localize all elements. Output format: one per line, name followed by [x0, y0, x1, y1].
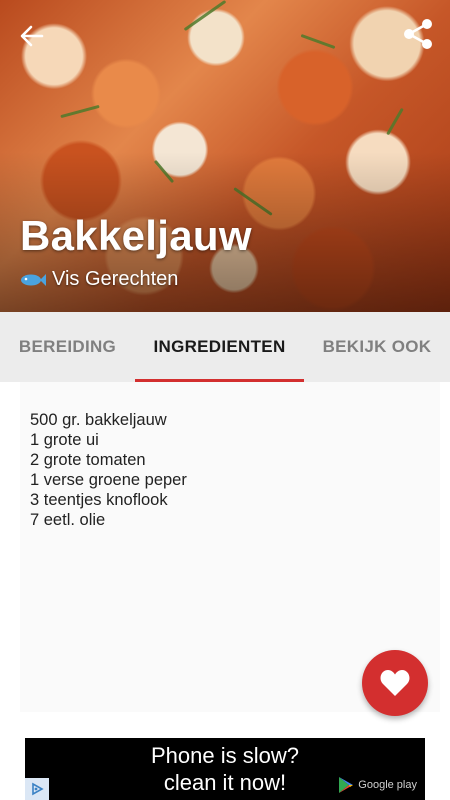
tab-ingredienten[interactable]: INGREDIENTEN — [135, 312, 304, 382]
fish-icon — [21, 273, 46, 286]
share-button[interactable] — [400, 16, 436, 52]
tab-bekijk-ook[interactable]: BEKIJK OOK — [304, 312, 450, 382]
back-button[interactable] — [16, 20, 48, 52]
ingredient-item: 1 verse groene peper — [30, 471, 187, 489]
ingredient-item: 3 teentjes knoflook — [30, 491, 168, 509]
share-icon — [404, 19, 432, 49]
ingredient-item: 500 gr. bakkeljauw — [30, 411, 167, 429]
tab-bereiding[interactable]: BEREIDING — [0, 312, 135, 382]
recipe-header-image — [0, 0, 450, 312]
ingredient-item: 7 eetl. olie — [30, 511, 106, 529]
category-label: Vis Gerechten — [52, 268, 179, 290]
ad-banner[interactable]: Phone is slow? clean it now! Google play — [25, 738, 425, 800]
ad-line-1: Phone is slow? — [151, 743, 299, 768]
ingredients-list: 500 gr. bakkeljauw 1 grote ui 2 grote to… — [30, 410, 187, 530]
heart-icon — [380, 670, 410, 696]
ingredient-item: 1 grote ui — [30, 431, 99, 449]
tab-bar: BEREIDING INGREDIENTEN BEKIJK OOK — [0, 312, 450, 382]
google-play-label: Google play — [358, 779, 417, 791]
recipe-title: Bakkeljauw — [20, 212, 252, 259]
ingredient-item: 2 grote tomaten — [30, 451, 146, 469]
favorite-button[interactable] — [362, 650, 428, 716]
ad-choices-icon — [32, 782, 44, 796]
recipe-category: Vis Gerechten — [20, 268, 178, 291]
arrow-back-icon — [20, 25, 44, 47]
google-play-icon — [339, 777, 354, 793]
google-play-badge: Google play — [337, 776, 417, 794]
ad-choices-button[interactable] — [25, 778, 49, 800]
